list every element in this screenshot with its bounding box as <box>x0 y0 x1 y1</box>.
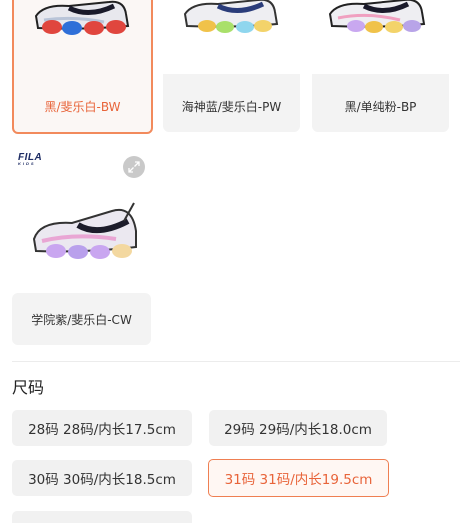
expand-icon[interactable] <box>123 156 145 178</box>
color-option-bw[interactable]: 黑/斐乐白-BW <box>12 0 153 134</box>
shoe-image-bp <box>312 0 449 74</box>
section-divider <box>12 361 460 362</box>
size-option-28[interactable]: 28码 28码/内长17.5cm <box>12 410 192 446</box>
shoe-image-bw <box>34 0 130 35</box>
color-option-bp[interactable]: 黑/单纯粉-BP <box>312 0 449 132</box>
shoe-image-cw <box>32 202 137 259</box>
color-option-label: 黑/单纯粉-BP <box>344 99 417 114</box>
color-option-label: 海神蓝/斐乐白-PW <box>181 99 282 114</box>
size-option-partial[interactable] <box>12 511 192 523</box>
color-option-label: 黑/斐乐白-BW <box>44 99 121 114</box>
color-option-pw[interactable]: 海神蓝/斐乐白-PW <box>163 0 300 132</box>
color-option-label: 学院紫/斐乐白-CW <box>12 293 151 345</box>
size-option-31[interactable]: 31码 31码/内长19.5cm <box>208 459 389 497</box>
fila-kids-logo: FILA KIDS <box>18 152 43 166</box>
shoe-image-pw <box>163 0 300 74</box>
product-options-page: 黑/斐乐白-BW 海神蓝/斐乐白-PW 黑/单纯粉-BP 学院紫/斐乐白-CW … <box>0 0 472 523</box>
size-option-29[interactable]: 29码 29码/内长18.0cm <box>209 410 387 446</box>
size-section-title: 尺码 <box>12 378 45 397</box>
size-option-30[interactable]: 30码 30码/内长18.5cm <box>12 460 192 496</box>
